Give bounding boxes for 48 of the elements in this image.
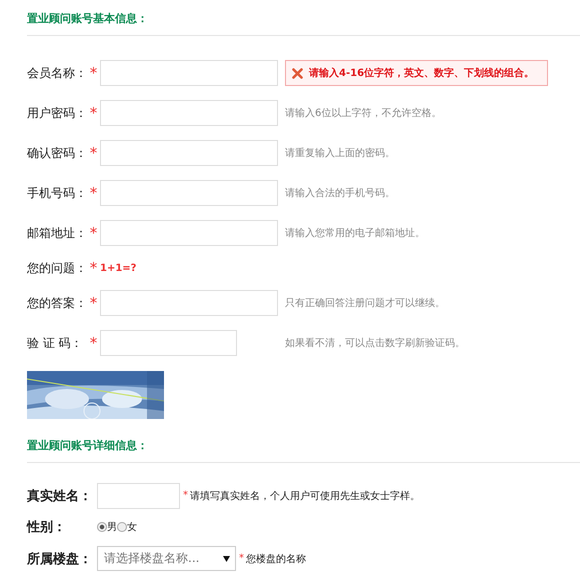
hint-text: 请填写真实姓名，个人用户可使用先生或女士字样。	[190, 490, 420, 502]
input-field[interactable]	[97, 482, 180, 508]
hint-text: 请输入您常用的电子邮箱地址。	[285, 226, 425, 240]
input-field[interactable]	[100, 60, 278, 86]
input-field[interactable]	[100, 220, 278, 246]
field-label: 确认密码：	[27, 144, 87, 162]
input-field[interactable]	[100, 140, 278, 166]
field-label: 所属楼盘：	[27, 550, 93, 568]
hint-text: 请输入合法的手机号码。	[285, 186, 395, 200]
field-label: 验 证 码：	[27, 334, 84, 352]
hint-text: 您楼盘的名称	[246, 552, 306, 566]
radio-button[interactable]	[117, 522, 127, 532]
required-mark: *	[239, 553, 244, 564]
dropdown-caret-icon	[223, 556, 230, 562]
required-mark: *	[88, 259, 98, 277]
question-text: 1+1=?	[100, 262, 136, 274]
required-mark: *	[183, 490, 188, 501]
hint-text: 只有正确回答注册问题才可以继续。	[285, 296, 445, 310]
building-select[interactable]: 请选择楼盘名称...	[97, 546, 236, 571]
input-field[interactable]	[100, 180, 278, 206]
input-field[interactable]	[100, 290, 278, 316]
radio-label: 女	[127, 521, 137, 534]
hint-text: 请重复输入上面的密码。	[285, 146, 395, 160]
field-label: 邮箱地址：	[27, 224, 87, 242]
field-label: 会员名称：	[27, 64, 87, 82]
field-label: 真实姓名：	[27, 488, 93, 504]
error-text: 请输入4-16位字符，英文、数字、下划线的组合。	[309, 66, 534, 80]
radio-label: 男	[107, 521, 117, 534]
input-field[interactable]	[100, 330, 237, 356]
required-mark: *	[88, 224, 98, 242]
error-icon	[292, 68, 303, 78]
field-label: 您的问题：	[27, 260, 87, 276]
required-mark: *	[88, 144, 98, 162]
radio-button[interactable]	[97, 522, 107, 532]
section-title: 置业顾问账号基本信息：	[27, 12, 149, 26]
hint-text: 请输入6位以上字符，不允许空格。	[285, 106, 442, 120]
required-mark: *	[88, 184, 98, 202]
input-field[interactable]	[100, 100, 278, 126]
required-mark: *	[88, 104, 98, 122]
hint-text: 如果看不清，可以点击数字刷新验证码。	[285, 336, 465, 350]
field-label: 用户密码：	[27, 104, 87, 122]
required-mark: *	[88, 64, 98, 82]
field-label: 您的答案：	[27, 294, 87, 312]
required-mark: *	[88, 294, 98, 312]
field-label: 手机号码：	[27, 184, 87, 202]
required-mark: *	[88, 334, 98, 352]
field-label: 性别：	[27, 519, 67, 536]
section-title: 置业顾问账号详细信息：	[27, 439, 149, 453]
